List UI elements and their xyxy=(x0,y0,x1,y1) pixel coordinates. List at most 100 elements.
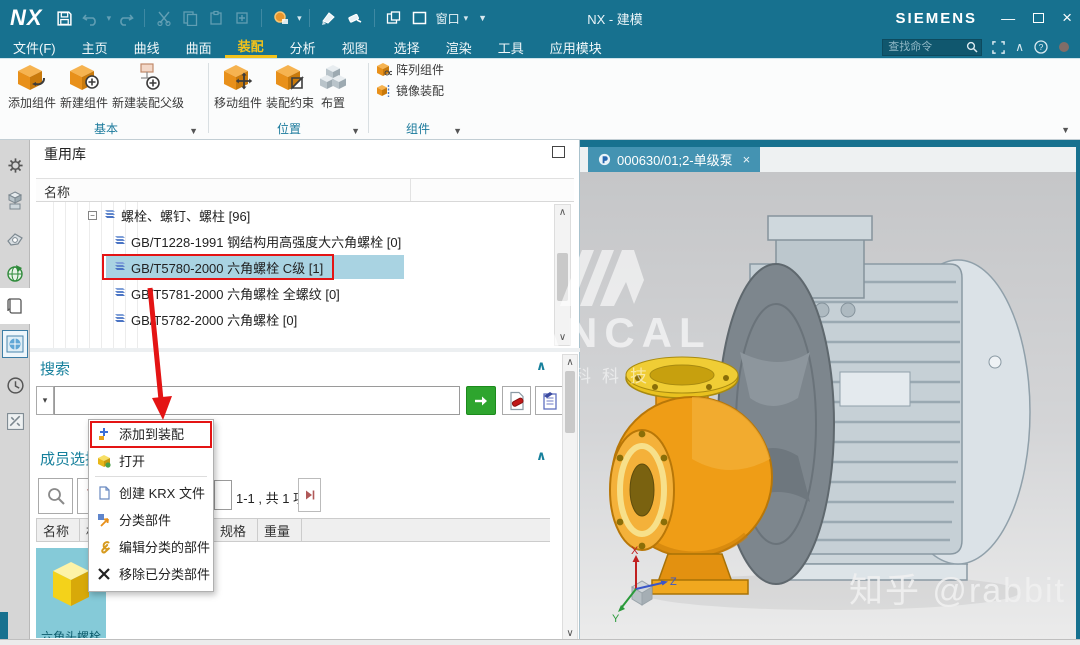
scroll-up-icon[interactable]: ∧ xyxy=(563,357,577,368)
tab-close-icon[interactable]: × xyxy=(743,152,751,167)
history-icon[interactable] xyxy=(0,368,30,402)
help-icon[interactable]: ? xyxy=(1034,40,1048,54)
arrangements-button[interactable]: 布置 xyxy=(316,59,350,111)
tab-analysis[interactable]: 分析 xyxy=(277,36,329,58)
collapse-expander-icon[interactable]: − xyxy=(88,211,97,220)
group-label-basic[interactable]: 基本 xyxy=(6,120,206,137)
command-finder[interactable] xyxy=(882,39,982,56)
scroll-up-icon[interactable]: ∧ xyxy=(555,207,570,218)
column-divider[interactable] xyxy=(410,179,411,201)
collapse-member-icon[interactable]: ∧ xyxy=(536,448,547,464)
tree-item-gbt5780-selected[interactable]: GB/T5780-2000 六角螺栓 C级 [1] xyxy=(36,254,552,280)
pattern-component-button[interactable]: 阵列组件 xyxy=(372,59,464,80)
group-label-position[interactable]: 位置 xyxy=(212,120,366,137)
add-component-button[interactable]: 添加组件 xyxy=(6,59,58,111)
minimize-ribbon-icon[interactable]: ∧ xyxy=(1015,40,1024,54)
constraint-navigator-icon[interactable] xyxy=(0,221,30,255)
tab-assembly[interactable]: 装配 xyxy=(225,36,277,58)
col-spec[interactable]: 规格 xyxy=(214,518,258,542)
command-search-input[interactable] xyxy=(886,40,966,54)
mirror-assembly-button[interactable]: 镜像装配 xyxy=(372,80,464,101)
new-assembly-parent-button[interactable]: 新建装配父级 xyxy=(110,59,186,111)
orientation-triad[interactable]: X Z Y xyxy=(610,545,680,623)
feature-eraser-icon[interactable] xyxy=(343,6,367,30)
run-search-button[interactable] xyxy=(466,386,496,415)
window-icon[interactable] xyxy=(408,6,432,30)
web-browser-icon[interactable] xyxy=(0,256,30,290)
scrollbar-thumb[interactable] xyxy=(565,371,575,433)
fullscreen-icon[interactable] xyxy=(992,41,1005,54)
gear-icon[interactable] xyxy=(0,148,30,182)
tab-select[interactable]: 选择 xyxy=(381,36,433,58)
undo-icon[interactable] xyxy=(79,6,103,30)
close-button[interactable]: × xyxy=(1062,8,1072,28)
menu-item-add-to-assembly[interactable]: 添加到装配 xyxy=(89,420,213,447)
search-options-dropdown[interactable]: ▾ xyxy=(36,386,54,415)
scroll-down-icon[interactable]: ∨ xyxy=(563,628,577,639)
group-label-component[interactable]: 组件 xyxy=(372,120,464,137)
tab-tools[interactable]: 工具 xyxy=(485,36,537,58)
qat-customize-icon[interactable]: ▼ xyxy=(478,13,487,23)
tab-application[interactable]: 应用模块 xyxy=(537,36,615,58)
tree-item-gbt5782[interactable]: GB/T5782-2000 六角螺栓 [0] xyxy=(36,306,552,332)
tree-column-header[interactable]: 名称 xyxy=(36,178,574,202)
roles-tools-icon[interactable] xyxy=(0,404,30,438)
undock-panel-icon[interactable] xyxy=(552,146,565,158)
cut-icon[interactable] xyxy=(152,6,176,30)
redo-icon[interactable] xyxy=(113,6,137,30)
reuse-library-icon[interactable] xyxy=(0,288,30,324)
paste-special-icon[interactable] xyxy=(230,6,254,30)
col-weight[interactable]: 重量 xyxy=(258,518,302,542)
col-name[interactable]: 名称 xyxy=(36,518,80,542)
last-page-button[interactable] xyxy=(298,478,321,512)
menu-item-edit-classified[interactable]: 编辑分类的部件 xyxy=(89,533,213,560)
assembly-navigator-icon[interactable] xyxy=(0,184,30,218)
touch-mode-icon[interactable] xyxy=(269,6,293,30)
clear-search-button[interactable] xyxy=(502,386,531,415)
tab-file[interactable]: 文件(F) xyxy=(0,36,69,58)
new-component-button[interactable]: 新建组件 xyxy=(58,59,110,111)
tree-item-bolts-folder[interactable]: − 螺栓、螺钉、螺柱 [96] xyxy=(36,202,552,228)
menu-item-classify-part[interactable]: 分类部件 xyxy=(89,506,213,533)
tab-surface[interactable]: 曲面 xyxy=(173,36,225,58)
menu-item-remove-classified[interactable]: 移除已分类部件 xyxy=(89,560,213,587)
window-menu-dropdown-icon[interactable]: ▾ xyxy=(464,13,469,24)
menu-item-open[interactable]: 打开 xyxy=(89,447,213,474)
copy-icon[interactable] xyxy=(178,6,202,30)
group-dialog-launcher-icon[interactable]: ▼ xyxy=(189,126,198,136)
graphics-window[interactable]: X Z Y 知乎 @rabbit xyxy=(580,172,1080,640)
cascade-windows-icon[interactable] xyxy=(382,6,406,30)
undo-dropdown-icon[interactable]: ▾ xyxy=(107,13,112,24)
feature-paint-icon[interactable] xyxy=(317,6,341,30)
tab-home[interactable]: 主页 xyxy=(69,36,121,58)
tab-curve[interactable]: 曲线 xyxy=(121,36,173,58)
tree-item-gbt1228[interactable]: GB/T1228-1991 钢结构用高强度大六角螺栓 [0] xyxy=(36,228,552,254)
scrollbar-thumb[interactable] xyxy=(557,253,568,301)
group-dialog-launcher-icon[interactable]: ▼ xyxy=(351,126,360,136)
tab-view[interactable]: 视图 xyxy=(329,36,381,58)
move-component-button[interactable]: 移动组件 xyxy=(212,59,264,111)
edit-search-criteria-button[interactable] xyxy=(535,386,564,415)
window-menu-label[interactable]: 窗口 xyxy=(436,10,460,27)
save-icon[interactable] xyxy=(53,6,77,30)
knowledge-fusion-icon[interactable] xyxy=(2,330,28,358)
ribbon-overflow-icon[interactable]: ▼ xyxy=(1061,125,1070,135)
tree-scrollbar[interactable]: ∧ ∨ xyxy=(554,204,571,346)
search-input[interactable] xyxy=(54,386,460,415)
collapse-search-icon[interactable]: ∧ xyxy=(536,358,547,374)
assembly-constraints-button[interactable]: 装配约束 xyxy=(264,59,316,111)
page-number-input[interactable] xyxy=(214,480,232,510)
minimize-button[interactable]: — xyxy=(1001,10,1015,26)
user-status-icon[interactable] xyxy=(1058,41,1070,53)
maximize-button[interactable] xyxy=(1033,13,1044,23)
menu-item-create-krx[interactable]: 创建 KRX 文件 xyxy=(89,479,213,506)
group-dialog-launcher-icon[interactable]: ▼ xyxy=(453,126,462,136)
touch-mode-dropdown-icon[interactable]: ▾ xyxy=(297,13,302,24)
member-search-button[interactable] xyxy=(38,478,73,514)
paste-icon[interactable] xyxy=(204,6,228,30)
panel-scrollbar[interactable]: ∧ ∨ xyxy=(562,354,578,642)
tab-render[interactable]: 渲染 xyxy=(433,36,485,58)
document-tab[interactable]: 000630/01;2-单级泵 × xyxy=(588,147,760,172)
tree-item-gbt5781[interactable]: GB/T5781-2000 六角螺栓 全螺纹 [0] xyxy=(36,280,552,306)
scroll-down-icon[interactable]: ∨ xyxy=(555,332,570,343)
